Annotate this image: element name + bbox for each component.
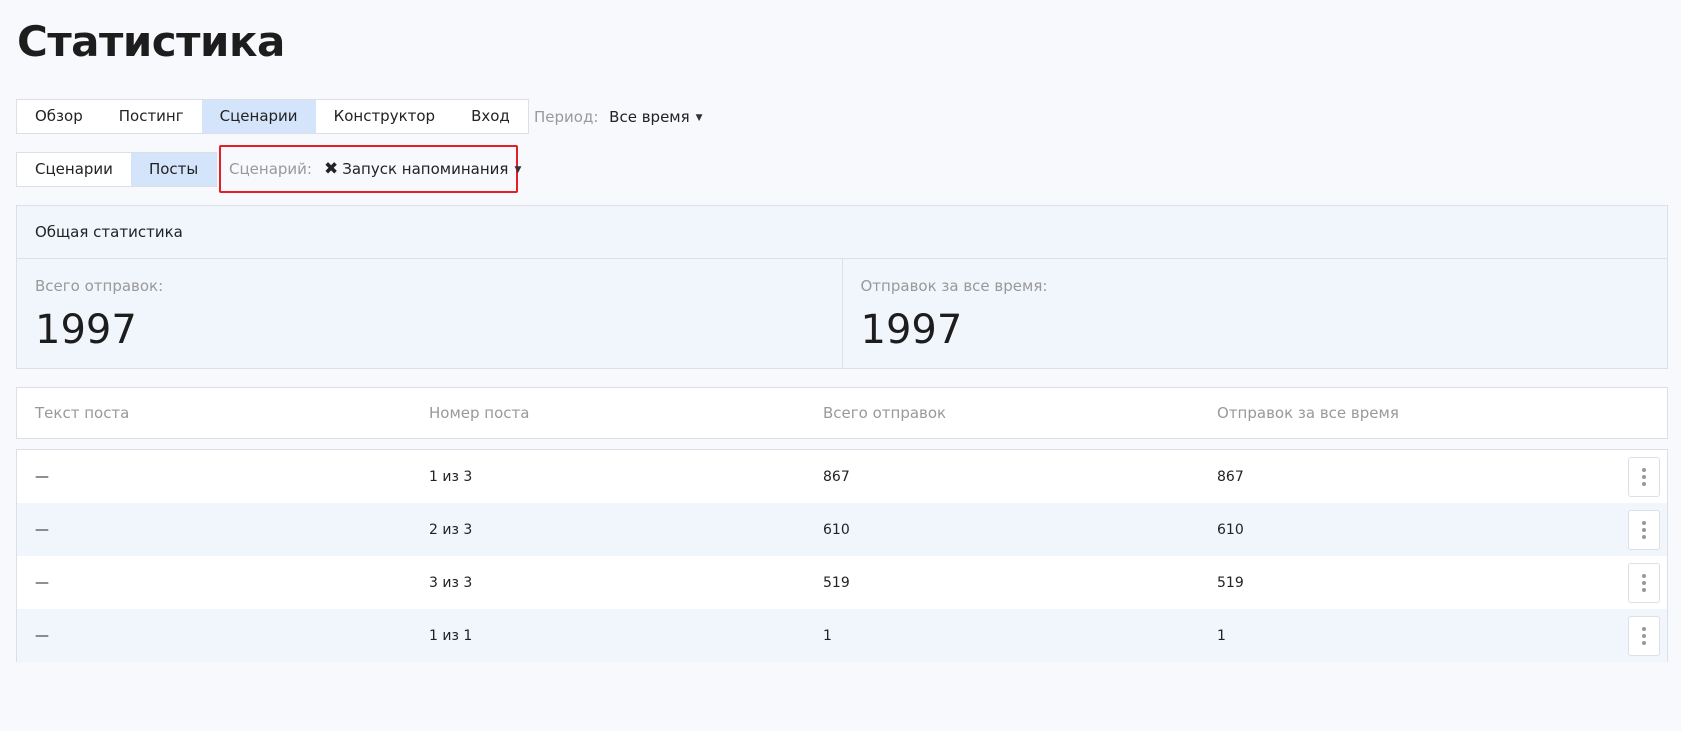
period-dropdown[interactable]: Все время ▼ xyxy=(609,108,702,126)
cell-total: 867 xyxy=(823,468,850,485)
scenario-dropdown[interactable]: Запуск напоминания ▼ xyxy=(342,160,521,178)
cell-text: — xyxy=(35,574,49,591)
cell-total: 610 xyxy=(823,521,850,538)
subtab-posts[interactable]: Посты xyxy=(130,153,217,186)
posts-table: — 1 из 3 867 867 — 2 из 3 610 610 — 3 из… xyxy=(16,449,1668,662)
table-header: Текст поста Номер поста Всего отправок О… xyxy=(16,387,1668,439)
period-filter: Период: Все время ▼ xyxy=(534,106,703,129)
stat-total-value: 1997 xyxy=(35,307,137,353)
cell-alltime: 867 xyxy=(1217,468,1244,485)
stats-header: Общая статистика xyxy=(17,206,1667,259)
stat-alltime-label: Отправок за все время: xyxy=(860,277,1048,295)
cell-text: — xyxy=(35,521,49,538)
column-header-alltime: Отправок за все время xyxy=(1217,404,1399,422)
stat-total-label: Всего отправок: xyxy=(35,277,164,295)
stat-alltime-value: 1997 xyxy=(860,307,963,353)
stat-total: Всего отправок: 1997 xyxy=(17,259,842,368)
cell-number: 1 из 3 xyxy=(429,468,473,485)
table-row: — 3 из 3 519 519 xyxy=(17,556,1667,609)
scenario-value: Запуск напоминания xyxy=(342,160,509,178)
period-value: Все время xyxy=(609,108,690,126)
subtab-scenarios[interactable]: Сценарии xyxy=(17,153,131,186)
kebab-menu-icon[interactable] xyxy=(1628,457,1660,497)
kebab-menu-icon[interactable] xyxy=(1628,616,1660,656)
cell-number: 3 из 3 xyxy=(429,574,473,591)
cell-number: 2 из 3 xyxy=(429,521,473,538)
period-label: Период: xyxy=(534,108,599,126)
column-header-total: Всего отправок xyxy=(823,404,947,422)
kebab-menu-icon[interactable] xyxy=(1628,563,1660,603)
close-icon[interactable]: ✖ xyxy=(324,159,338,179)
tab-scenarios[interactable]: Сценарии xyxy=(201,100,316,133)
kebab-menu-icon[interactable] xyxy=(1628,510,1660,550)
caret-down-icon: ▼ xyxy=(514,165,522,175)
cell-number: 1 из 1 xyxy=(429,627,473,644)
page-title: Статистика xyxy=(17,17,285,66)
column-header-text: Текст поста xyxy=(35,404,130,422)
tab-posting[interactable]: Постинг xyxy=(101,100,202,133)
tab-constructor[interactable]: Конструктор xyxy=(316,100,454,133)
cell-text: — xyxy=(35,627,49,644)
table-row: — 1 из 1 1 1 xyxy=(17,609,1667,662)
scenario-filter: Сценарий: ✖ Запуск напоминания ▼ xyxy=(219,145,521,193)
stat-alltime: Отправок за все время: 1997 xyxy=(841,259,1668,368)
cell-alltime: 519 xyxy=(1217,574,1244,591)
table-row: — 1 из 3 867 867 xyxy=(17,450,1667,503)
tab-login[interactable]: Вход xyxy=(453,100,528,133)
cell-alltime: 610 xyxy=(1217,521,1244,538)
tab-overview[interactable]: Обзор xyxy=(17,100,101,133)
table-row: — 2 из 3 610 610 xyxy=(17,503,1667,556)
general-stats-card: Общая статистика Всего отправок: 1997 От… xyxy=(16,205,1668,369)
cell-total: 519 xyxy=(823,574,850,591)
cell-alltime: 1 xyxy=(1217,627,1226,644)
main-tabs: Обзор Постинг Сценарии Конструктор Вход xyxy=(16,99,529,134)
cell-text: — xyxy=(35,468,49,485)
cell-total: 1 xyxy=(823,627,832,644)
column-header-number: Номер поста xyxy=(429,404,530,422)
scenario-label: Сценарий: xyxy=(229,160,312,178)
caret-down-icon: ▼ xyxy=(695,113,703,123)
sub-tabs: Сценарии Посты xyxy=(16,152,218,187)
